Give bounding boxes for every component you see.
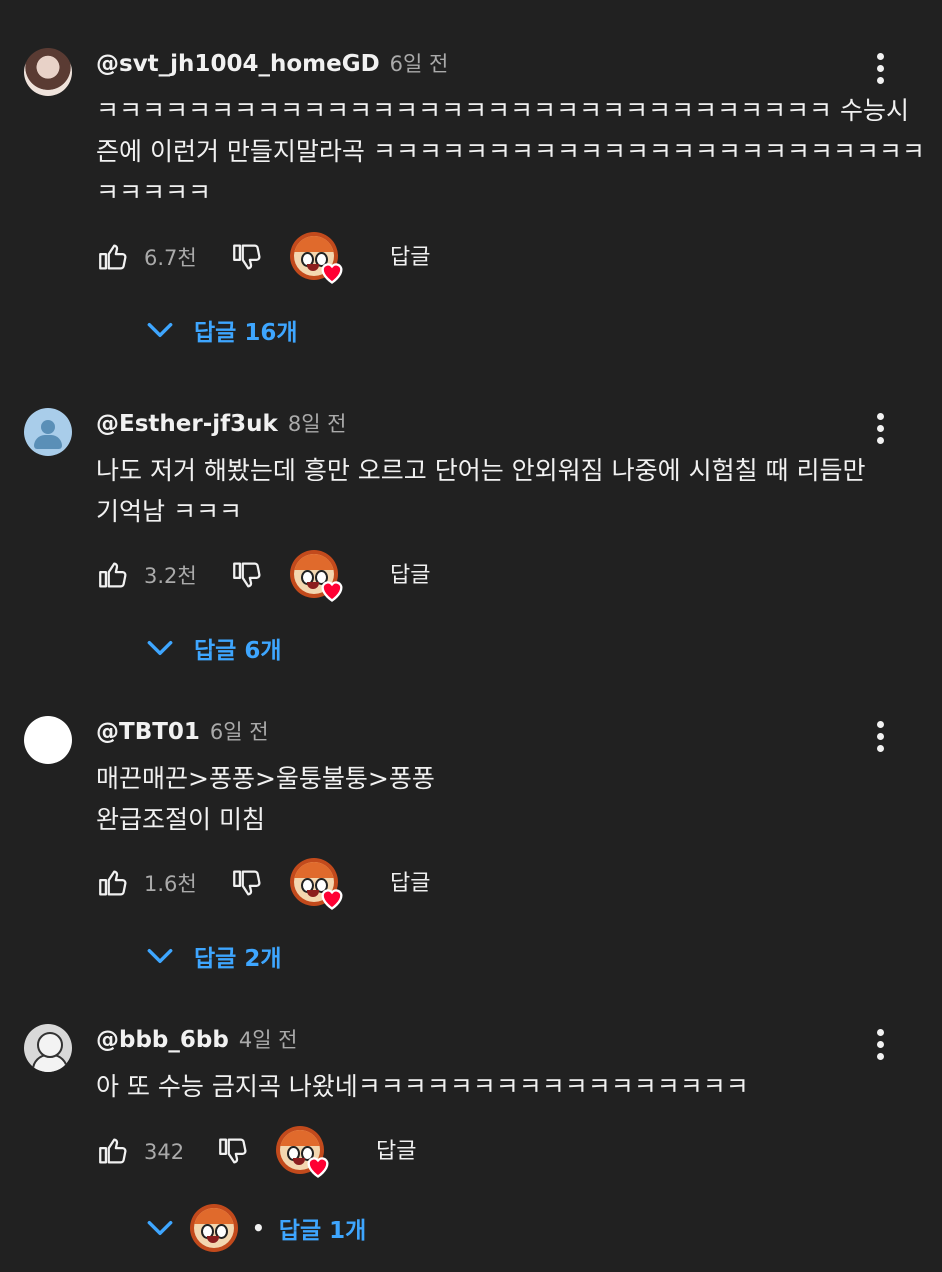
timestamp: 6일 전 <box>389 52 449 76</box>
more-vert-icon[interactable] <box>862 50 898 86</box>
comment-meta: @svt_jh1004_homeGD 6일 전 <box>96 48 448 84</box>
reply-button[interactable]: 답글 <box>376 1126 416 1178</box>
comment-meta: @Esther-jf3uk 8일 전 <box>96 408 347 444</box>
avatar[interactable] <box>24 716 72 764</box>
timestamp: 8일 전 <box>287 412 347 436</box>
reply-button[interactable]: 답글 <box>390 858 430 910</box>
thumbs-down-icon[interactable] <box>230 558 264 592</box>
timestamp: 6일 전 <box>209 720 269 744</box>
separator-dot: • <box>252 1216 265 1240</box>
comment-text: 매끈매끈>퐁퐁>울퉁불퉁>퐁퐁 완급조절이 미침 <box>96 764 435 834</box>
thumbs-up-icon[interactable] <box>96 1134 130 1168</box>
replies-count: 답글 1개 <box>278 1218 367 1244</box>
creator-heart-badge <box>290 858 343 910</box>
heart-icon <box>321 889 343 910</box>
comment-text: 나도 저거 해봤는데 흥만 오르고 단어는 안외워짐 나중에 시험칠 때 리듬만… <box>96 456 866 526</box>
thumbs-up-icon[interactable] <box>96 240 130 274</box>
like-count: 6.7천 <box>144 246 197 270</box>
view-replies-button[interactable]: 답글 6개 <box>144 626 282 670</box>
thumbs-down-icon[interactable] <box>230 240 264 274</box>
author-name[interactable]: @TBT01 <box>96 719 200 745</box>
avatar[interactable] <box>24 408 72 456</box>
more-vert-icon[interactable] <box>862 718 898 754</box>
thumbs-down-icon[interactable] <box>216 1134 250 1168</box>
more-vert-icon[interactable] <box>862 1026 898 1062</box>
creator-reply-avatar <box>190 1204 238 1252</box>
view-replies-button[interactable]: 답글 16개 <box>144 308 298 352</box>
replies-count: 답글 6개 <box>194 638 282 664</box>
replies-count: 답글 16개 <box>194 320 298 346</box>
like-count: 3.2천 <box>144 564 197 588</box>
chevron-down-icon <box>147 640 173 656</box>
comment-actions: 342 답글 <box>96 1126 856 1178</box>
comment-text: 아 또 수능 금지곡 나왔네ㅋㅋㅋㅋㅋㅋㅋㅋㅋㅋㅋㅋㅋㅋㅋㅋㅋ <box>96 1072 749 1101</box>
comment-actions: 3.2천 답글 <box>96 550 856 602</box>
view-replies-button[interactable]: • 답글 1개 <box>144 1204 366 1252</box>
like-count: 342 <box>144 1140 185 1164</box>
timestamp: 4일 전 <box>238 1028 298 1052</box>
chevron-down-icon <box>147 1220 173 1236</box>
avatar[interactable] <box>24 48 72 96</box>
heart-icon <box>321 263 343 284</box>
chevron-down-icon <box>147 322 173 338</box>
like-count: 1.6천 <box>144 872 197 896</box>
comment-text: ㅋㅋㅋㅋㅋㅋㅋㅋㅋㅋㅋㅋㅋㅋㅋㅋㅋㅋㅋㅋㅋㅋㅋㅋㅋㅋㅋㅋㅋㅋㅋㅋ 수능시 즌에 … <box>96 96 925 207</box>
reply-button[interactable]: 답글 <box>390 232 430 284</box>
comment-actions: 6.7천 답글 <box>96 232 856 284</box>
creator-heart-badge <box>276 1126 329 1178</box>
comment-meta: @TBT01 6일 전 <box>96 716 269 752</box>
author-name[interactable]: @Esther-jf3uk <box>96 411 278 437</box>
avatar[interactable] <box>24 1024 72 1072</box>
reply-button[interactable]: 답글 <box>390 550 430 602</box>
comment-meta: @bbb_6bb 4일 전 <box>96 1024 298 1060</box>
heart-icon <box>307 1157 329 1178</box>
thumbs-up-icon[interactable] <box>96 558 130 592</box>
thumbs-up-icon[interactable] <box>96 866 130 900</box>
author-name[interactable]: @bbb_6bb <box>96 1027 229 1053</box>
chevron-down-icon <box>147 948 173 964</box>
heart-icon <box>321 581 343 602</box>
replies-count: 답글 2개 <box>194 946 282 972</box>
more-vert-icon[interactable] <box>862 410 898 446</box>
creator-heart-badge <box>290 550 343 602</box>
view-replies-button[interactable]: 답글 2개 <box>144 934 282 978</box>
creator-heart-badge <box>290 232 343 284</box>
comment-actions: 1.6천 답글 <box>96 858 856 910</box>
author-name[interactable]: @svt_jh1004_homeGD <box>96 51 380 77</box>
thumbs-down-icon[interactable] <box>230 866 264 900</box>
